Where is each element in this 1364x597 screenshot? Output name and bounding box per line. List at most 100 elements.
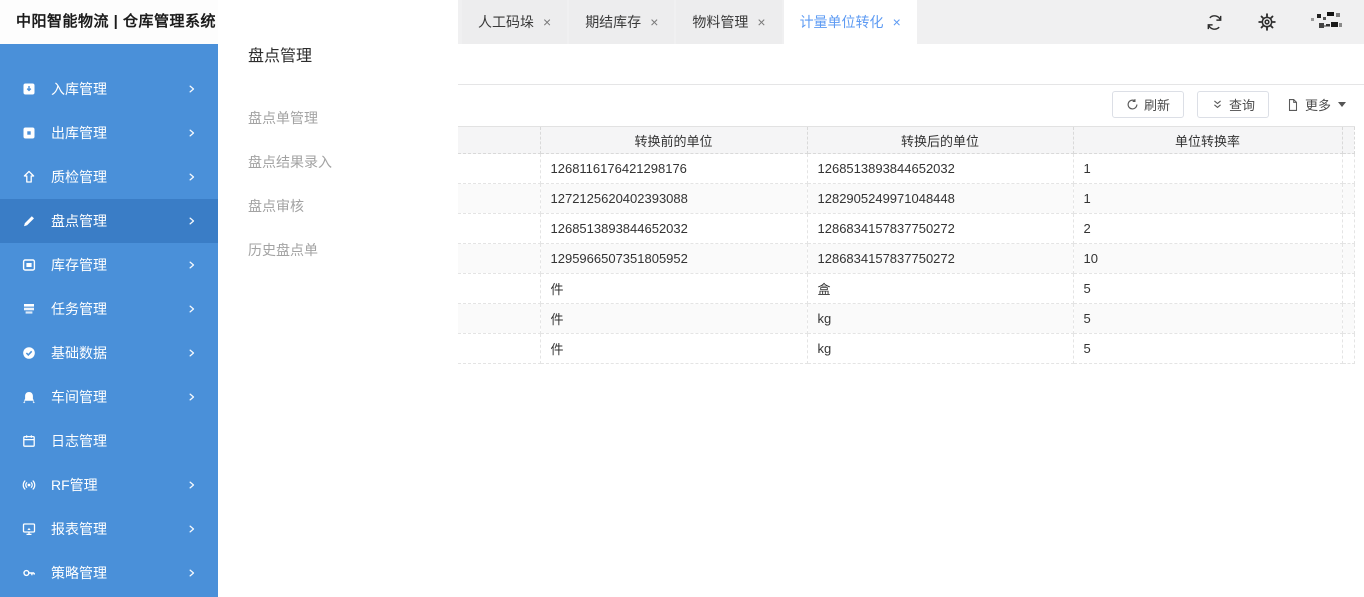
chevron-right-icon	[189, 129, 195, 137]
submenu-item-stocktake-order[interactable]: 盘点单管理	[248, 96, 458, 140]
outbound-box-icon	[23, 127, 35, 139]
cell-sliver	[1341, 213, 1355, 244]
cell-empty	[458, 333, 541, 364]
query-button-label: 查询	[1228, 98, 1255, 113]
table-row[interactable]: 件 盒 5	[458, 273, 1355, 304]
chevron-right-icon	[189, 349, 195, 357]
chevron-right-icon	[189, 85, 195, 93]
sidebar-item-base-data[interactable]: 基础数据	[0, 331, 218, 375]
cell-unit-after: kg	[806, 303, 1074, 334]
table-row[interactable]: 1272125620402393088 1282905249971048448 …	[458, 183, 1355, 214]
sidebar-item-label: 车间管理	[51, 389, 107, 405]
tab-material-management[interactable]: 物料管理 ×	[676, 0, 782, 44]
inbound-box-icon	[23, 83, 35, 95]
cell-rate: 10	[1072, 243, 1343, 274]
sidebar-item-outbound[interactable]: 出库管理	[0, 111, 218, 155]
cell-empty	[458, 303, 541, 334]
refresh-button[interactable]: 刷新	[1111, 91, 1184, 118]
inventory-icon	[22, 259, 36, 271]
topbar-actions	[1205, 0, 1344, 44]
sidebar-item-report[interactable]: 报表管理	[0, 507, 218, 551]
close-icon[interactable]: ×	[757, 15, 765, 29]
tab-label: 人工码垛	[478, 14, 534, 30]
caret-down-icon	[1338, 102, 1346, 107]
refresh-icon[interactable]	[1205, 13, 1224, 32]
sidebar-item-task[interactable]: 任务管理	[0, 287, 218, 331]
cell-unit-before: 1295966507351805952	[539, 243, 808, 274]
more-button[interactable]: 更多	[1281, 91, 1350, 118]
cell-empty	[458, 243, 541, 274]
sidebar-item-rf[interactable]: RF管理	[0, 463, 218, 507]
cell-rate: 1	[1072, 183, 1343, 214]
cell-empty	[458, 153, 541, 184]
table-row[interactable]: 件 kg 5	[458, 303, 1355, 334]
cell-rate: 1	[1072, 153, 1343, 184]
toolbar: 刷新 查询 更多	[458, 84, 1364, 124]
tab-label: 物料管理	[692, 14, 749, 30]
layers-icon	[24, 304, 34, 314]
arrow-up-icon	[23, 170, 35, 183]
sidebar-item-label: 库存管理	[51, 257, 107, 273]
chevron-right-icon	[189, 305, 195, 313]
submenu-item-history[interactable]: 历史盘点单	[248, 228, 458, 272]
sidebar-item-workshop[interactable]: 车间管理	[0, 375, 218, 419]
table-header-conversion-rate: 单位转换率	[1072, 126, 1343, 154]
sidebar-item-label: 基础数据	[51, 345, 107, 361]
tab-period-inventory[interactable]: 期结库存 ×	[569, 0, 675, 44]
table-row[interactable]: 1295966507351805952 1286834157837750272 …	[458, 243, 1355, 274]
chevron-right-icon	[189, 525, 195, 533]
cell-unit-after: 盒	[806, 273, 1074, 304]
sidebar-item-label: 入库管理	[51, 81, 107, 97]
cell-unit-before: 件	[539, 303, 808, 334]
tab-manual-palletizing[interactable]: 人工码垛 ×	[462, 0, 568, 44]
cell-sliver	[1341, 183, 1355, 214]
close-icon[interactable]: ×	[650, 15, 658, 29]
key-icon	[23, 569, 35, 577]
refresh-button-label: 刷新	[1143, 98, 1170, 113]
sidebar-item-quality[interactable]: 质检管理	[0, 155, 218, 199]
cell-rate: 5	[1072, 303, 1343, 334]
sidebar-item-inbound[interactable]: 入库管理	[0, 67, 218, 111]
tab-label: 计量单位转化	[799, 14, 884, 30]
submenu-item-audit[interactable]: 盘点审核	[248, 184, 458, 228]
alarm-bell-icon	[23, 392, 35, 404]
broken-avatar-icon[interactable]	[1310, 10, 1344, 34]
sidebar-item-stocktake[interactable]: 盘点管理	[0, 199, 218, 243]
cell-unit-before: 1272125620402393088	[539, 183, 808, 214]
document-icon	[1288, 98, 1298, 111]
sidebar-item-inventory[interactable]: 库存管理	[0, 243, 218, 287]
cell-unit-before: 件	[539, 333, 808, 364]
sidebar-item-label: 策略管理	[51, 565, 107, 581]
table-row[interactable]: 1268513893844652032 1286834157837750272 …	[458, 213, 1355, 244]
tab-unit-conversion[interactable]: 计量单位转化 ×	[783, 0, 917, 44]
query-button[interactable]: 查询	[1196, 91, 1269, 118]
submenu-item-result-entry[interactable]: 盘点结果录入	[248, 140, 458, 184]
chevron-right-icon	[189, 393, 195, 401]
close-icon[interactable]: ×	[543, 15, 551, 29]
cell-unit-after: 1268513893844652032	[806, 153, 1074, 184]
close-icon[interactable]: ×	[893, 15, 901, 29]
cell-empty	[458, 273, 541, 304]
cell-sliver	[1341, 333, 1355, 364]
table-header-unit-after: 转换后的单位	[806, 126, 1074, 154]
cell-unit-after: 1286834157837750272	[806, 213, 1074, 244]
main-content: 人工码垛 × 期结库存 × 物料管理 × 计量单位转化 × 刷新 查询 更多 转…	[458, 0, 1364, 597]
sidebar-item-log[interactable]: 日志管理	[0, 419, 218, 463]
app-title: 中阳智能物流 | 仓库管理系统	[0, 0, 218, 44]
cell-rate: 2	[1072, 213, 1343, 244]
more-button-label: 更多	[1304, 98, 1331, 113]
table-header-row: 转换前的单位 转换后的单位 单位转换率	[458, 126, 1355, 154]
sidebar-item-strategy[interactable]: 策略管理	[0, 551, 218, 595]
cell-unit-before: 1268116176421298176	[539, 153, 808, 184]
cell-unit-before: 1268513893844652032	[539, 213, 808, 244]
sidebar-item-label: 任务管理	[51, 301, 107, 317]
gear-icon[interactable]	[1257, 12, 1277, 32]
cell-unit-before: 件	[539, 273, 808, 304]
table-row[interactable]: 1268116176421298176 1268513893844652032 …	[458, 153, 1355, 184]
cell-sliver	[1341, 243, 1355, 274]
table-row[interactable]: 件 kg 5	[458, 333, 1355, 364]
table-header-empty	[458, 126, 541, 154]
cell-rate: 5	[1072, 273, 1343, 304]
tab-bar: 人工码垛 × 期结库存 × 物料管理 × 计量单位转化 ×	[458, 0, 1364, 44]
